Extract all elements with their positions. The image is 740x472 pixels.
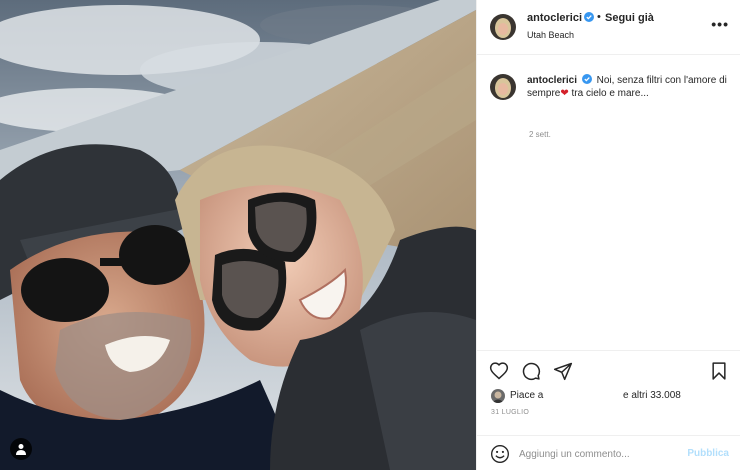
- heart-emoji: ❤: [560, 88, 569, 99]
- post-side-panel: antoclerici • Segui già Utah Beach ••• a…: [476, 0, 740, 470]
- comment-input[interactable]: [519, 445, 679, 463]
- caption-username[interactable]: antoclerici: [527, 75, 577, 86]
- comment-icon[interactable]: [521, 361, 541, 381]
- bookmark-icon[interactable]: [709, 361, 729, 381]
- author-username[interactable]: antoclerici: [527, 12, 582, 24]
- post-location[interactable]: Utah Beach: [527, 30, 574, 40]
- caption-text-after: tra cielo e mare...: [568, 88, 649, 99]
- post-actions: Piace a e altri 33.008 31 LUGLIO Pubblic…: [477, 350, 740, 471]
- liker-avatar[interactable]: [491, 389, 505, 403]
- user-tag-button[interactable]: [10, 438, 32, 460]
- publish-button[interactable]: Pubblica: [687, 448, 729, 459]
- follow-separator: •: [597, 11, 601, 23]
- likes-others-link[interactable]: e altri 33.008: [623, 390, 681, 401]
- more-options-icon[interactable]: •••: [711, 16, 729, 32]
- post-header: antoclerici • Segui già Utah Beach •••: [477, 0, 740, 55]
- share-icon[interactable]: [553, 361, 573, 381]
- verified-badge-icon: [581, 74, 592, 84]
- author-avatar[interactable]: [490, 14, 516, 40]
- selfie-beach-image: [0, 0, 476, 470]
- user-tag-icon: [16, 444, 26, 455]
- comment-bar: Pubblica: [477, 435, 740, 472]
- emoji-icon[interactable]: [490, 444, 510, 464]
- verified-badge-icon: [584, 12, 594, 22]
- caption-time[interactable]: 2 sett.: [529, 130, 551, 139]
- caption-avatar[interactable]: [490, 74, 516, 100]
- post-caption: antoclerici Noi, senza filtri con l'amor…: [527, 74, 732, 100]
- post-date[interactable]: 31 LUGLIO: [491, 409, 529, 416]
- heart-icon[interactable]: [489, 361, 509, 381]
- post-photo[interactable]: [0, 0, 476, 470]
- follow-button[interactable]: Segui già: [605, 12, 654, 24]
- likes-label: Piace a: [510, 390, 544, 401]
